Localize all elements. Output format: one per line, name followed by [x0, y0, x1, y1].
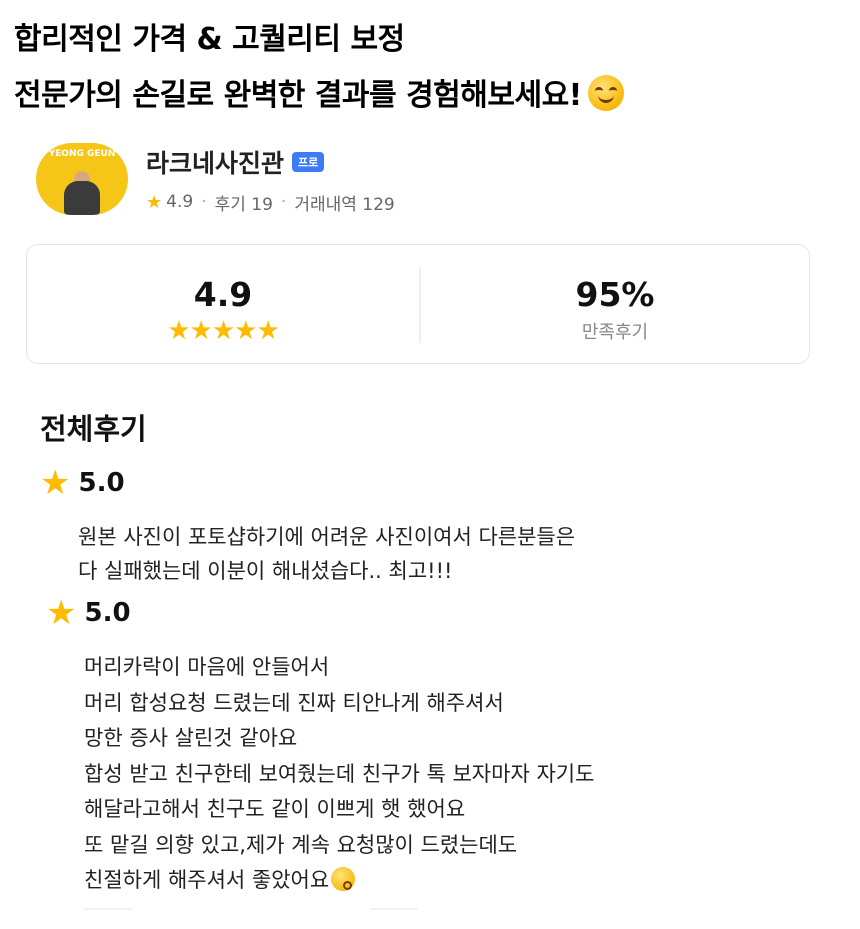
satisfaction-label: 만족후기 [581, 322, 649, 343]
review-rating: ★ 5.0 [40, 466, 860, 500]
separator-dot: · [201, 192, 207, 212]
review-line: 머리 합성요청 드렸는데 진짜 티안나게 해주셔서 [84, 690, 504, 715]
rating-stat: 4.9 ★★★★★ [27, 245, 419, 365]
avatar-text: YEONG GEUN [48, 149, 116, 159]
shop-name-row: 라크네사진관 프로 [146, 144, 395, 180]
star-icon: ★ [46, 593, 77, 633]
avatar-person-body [64, 181, 100, 215]
profile-transactions[interactable]: 거래내역 129 [294, 190, 394, 215]
review-line: 다 실패했는데 이분이 해내셨습다.. 최고!!! [78, 559, 453, 583]
review-line: 머리카락이 마음에 안들어서 [84, 655, 330, 679]
review-item: ★ 5.0 머리카락이 마음에 안들어서 머리 합성요청 드렸는데 진짜 티안나… [0, 596, 860, 899]
profile-reviews-count[interactable]: 후기 19 [215, 190, 273, 215]
star-icon: ★ [146, 191, 163, 213]
review-line: 원본 사진이 포토샵하기에 어려운 사진이여서 다른분들은 [78, 525, 576, 549]
profile-meta: ★ 4.9 · 후기 19 · 거래내역 129 [146, 190, 395, 215]
review-text: 원본 사진이 포토샵하기에 어려운 사진이여서 다른분들은 다 실패했는데 이분… [78, 520, 860, 588]
star-icon: ★ [40, 463, 71, 503]
kissing-face-icon [331, 867, 356, 891]
smiling-face-icon [587, 75, 624, 111]
review-line: 해달라고해서 친구도 같이 이쁘게 햇 했어요 [84, 797, 466, 821]
review-line: 망한 증사 살린것 같아요 [84, 726, 298, 750]
review-rating: ★ 5.0 [46, 596, 860, 630]
five-star-icons: ★★★★★ [167, 316, 280, 346]
satisfaction-value: 95% [575, 275, 655, 314]
headline-line-2-text: 전문가의 손길로 완벽한 결과를 경험해보세요! [14, 78, 582, 113]
review-item: ★ 5.0 원본 사진이 포토샵하기에 어려운 사진이여서 다른분들은 다 실패… [0, 466, 860, 588]
stats-card: 4.9 ★★★★★ 95% 만족후기 [26, 244, 810, 364]
review-score: 5.0 [84, 598, 131, 628]
satisfaction-stat: 95% 만족후기 [419, 245, 811, 365]
profile-rating: 4.9 [166, 192, 194, 212]
rating-value: 4.9 [193, 275, 253, 314]
review-line-last: 친절하게 해주셔서 좋았어요 [84, 863, 860, 899]
review-score: 5.0 [78, 468, 125, 498]
review-line: 합성 받고 친구한테 보여줬는데 친구가 톡 보자마자 자기도 [84, 761, 595, 786]
headline-line-1: 합리적인 가격 & 고퀄리티 보정 [14, 22, 405, 57]
profile-info: 라크네사진관 프로 ★ 4.9 · 후기 19 · 거래내역 129 [146, 144, 395, 215]
seller-profile[interactable]: YEONG GEUN 라크네사진관 프로 ★ 4.9 · 후기 19 · 거래내… [36, 143, 395, 215]
faint-divider [370, 908, 418, 910]
pro-badge: 프로 [292, 151, 325, 172]
faint-divider [84, 908, 132, 910]
review-line: 친절하게 해주셔서 좋았어요 [84, 868, 330, 892]
headline-line-2: 전문가의 손길로 완벽한 결과를 경험해보세요! [14, 70, 624, 114]
review-text: 머리카락이 마음에 안들어서 머리 합성요청 드렸는데 진짜 티안나게 해주셔서… [84, 650, 860, 899]
separator-dot: · [280, 192, 287, 212]
reviews-section-title: 전체후기 [40, 412, 147, 446]
review-line: 또 맡길 의향 있고,제가 계속 요청많이 드렸는데도 [84, 832, 518, 857]
shop-name[interactable]: 라크네사진관 [146, 144, 284, 180]
avatar[interactable]: YEONG GEUN [36, 143, 128, 215]
